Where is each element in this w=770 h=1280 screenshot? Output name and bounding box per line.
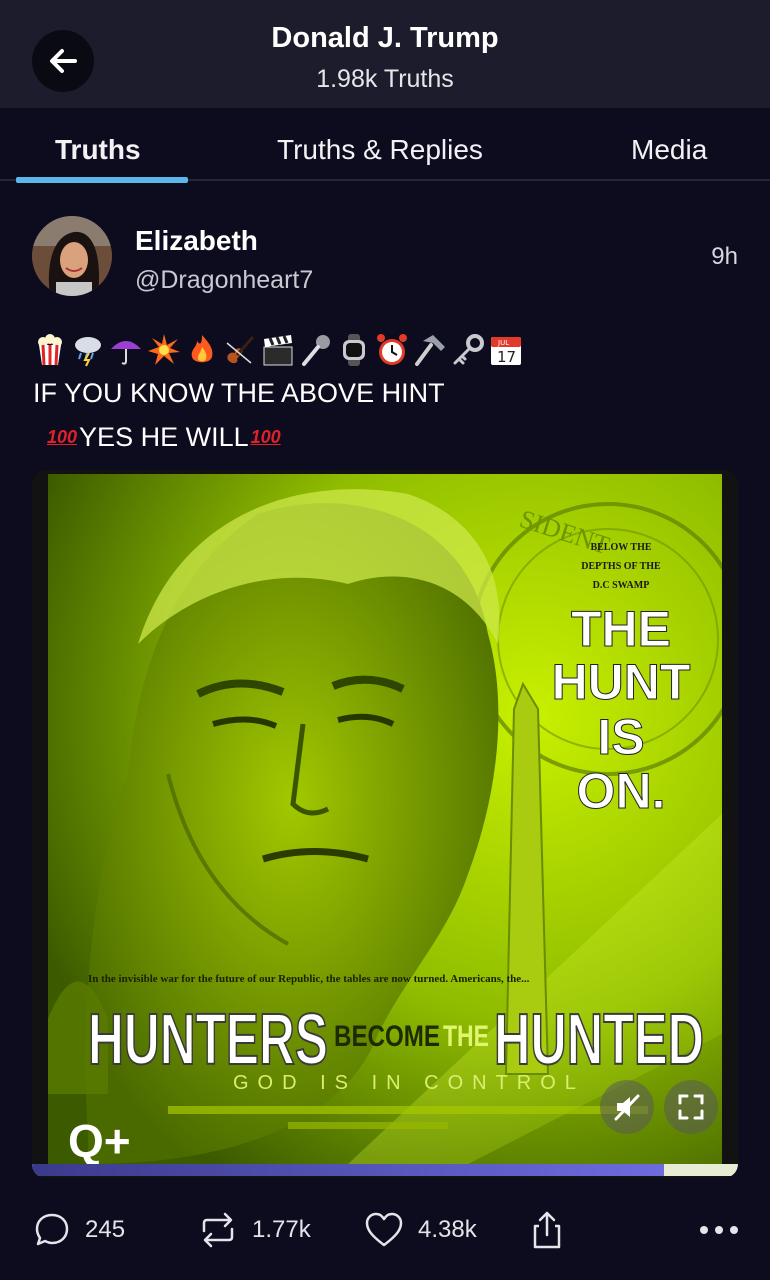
share-button[interactable] (530, 1205, 564, 1255)
author-handle[interactable]: @Dragonheart7 (135, 266, 313, 295)
active-tab-indicator (16, 177, 188, 183)
calendar-icon: JUL 17 (491, 337, 521, 366)
retruth-icon (202, 1212, 234, 1248)
like-button[interactable]: 4.38k (364, 1205, 477, 1255)
umbrella-icon (111, 341, 141, 365)
reply-bubble-icon (35, 1213, 69, 1246)
tab-media[interactable]: Media (631, 134, 707, 166)
explosion-icon (148, 334, 180, 365)
post-media[interactable]: SIDENT BELOW THE DEPTHS OF THE D.C SWAMP… (32, 470, 738, 1178)
more-options-button[interactable] (698, 1205, 740, 1255)
poster-become: BECOME (334, 1020, 440, 1053)
poster-hunt-line4: ON. (577, 763, 666, 819)
clapperboard-icon (263, 335, 293, 366)
poster-hunt-line3: IS (597, 709, 644, 765)
tab-truths[interactable]: Truths (55, 134, 141, 166)
key-icon (453, 334, 484, 365)
profile-header: Donald J. Trump 1.98k Truths (0, 0, 770, 108)
fullscreen-icon (678, 1094, 704, 1120)
poster-hunt-line1: THE (571, 601, 671, 657)
poster-god: GOD IS IN CONTROL (233, 1072, 585, 1094)
storm-cloud-icon (75, 337, 101, 367)
hundred-icon: 100 (250, 427, 281, 447)
profile-name: Donald J. Trump (271, 22, 499, 54)
muted-speaker-icon (614, 1094, 640, 1121)
video-progress-fill (32, 1164, 664, 1176)
watch-icon (343, 334, 365, 366)
fire-icon (191, 335, 213, 363)
avatar-image (32, 216, 112, 296)
poster-hunt-line2: HUNT (552, 654, 691, 710)
more-dots-icon (700, 1226, 738, 1234)
heart-icon (365, 1212, 403, 1247)
alarm-clock-icon (377, 334, 407, 365)
reply-count: 245 (85, 1216, 126, 1243)
post-text-line2: 100 YES HE WILL 100 (45, 422, 283, 453)
poster-caption: In the invisible war for the future of o… (88, 973, 530, 985)
reply-button[interactable]: 245 (33, 1205, 125, 1255)
truth-count: 1.98k Truths (316, 65, 454, 93)
calendar-day: 17 (497, 348, 516, 366)
calendar-month: JUL (497, 339, 509, 347)
fullscreen-button[interactable] (664, 1080, 718, 1134)
mute-button[interactable] (600, 1080, 654, 1134)
author-name[interactable]: Elizabeth (135, 225, 258, 257)
hammer-icon (415, 335, 445, 366)
share-icon (533, 1211, 561, 1249)
violin-icon (226, 336, 255, 364)
poster-hunters: HUNTERS (88, 1000, 328, 1080)
like-count: 4.38k (418, 1216, 477, 1243)
poster-q-plus: Q+ (68, 1115, 131, 1164)
poster-small-line2: DEPTHS OF THE (581, 561, 661, 572)
media-image: SIDENT BELOW THE DEPTHS OF THE D.C SWAMP… (48, 474, 722, 1164)
poster-hunted: HUNTED (494, 1000, 704, 1080)
post-text-line2-label: YES HE WILL (79, 422, 249, 452)
retruth-count: 1.77k (252, 1216, 311, 1243)
poster-small-line3: D.C SWAMP (593, 580, 650, 591)
retruth-button[interactable]: 1.77k (198, 1205, 311, 1255)
post-timestamp: 9h (711, 243, 738, 270)
hundred-icon: 100 (47, 427, 78, 447)
emoji-row: JUL 17 (33, 330, 523, 370)
author-avatar[interactable] (32, 216, 112, 296)
microphone-icon (302, 335, 330, 366)
tab-truths-replies[interactable]: Truths & Replies (277, 134, 483, 166)
poster-the: THE (443, 1020, 489, 1053)
post-text-line1: IF YOU KNOW THE ABOVE HINT (33, 378, 445, 408)
poster-small-line1: BELOW THE (590, 542, 651, 553)
popcorn-icon (38, 334, 62, 366)
